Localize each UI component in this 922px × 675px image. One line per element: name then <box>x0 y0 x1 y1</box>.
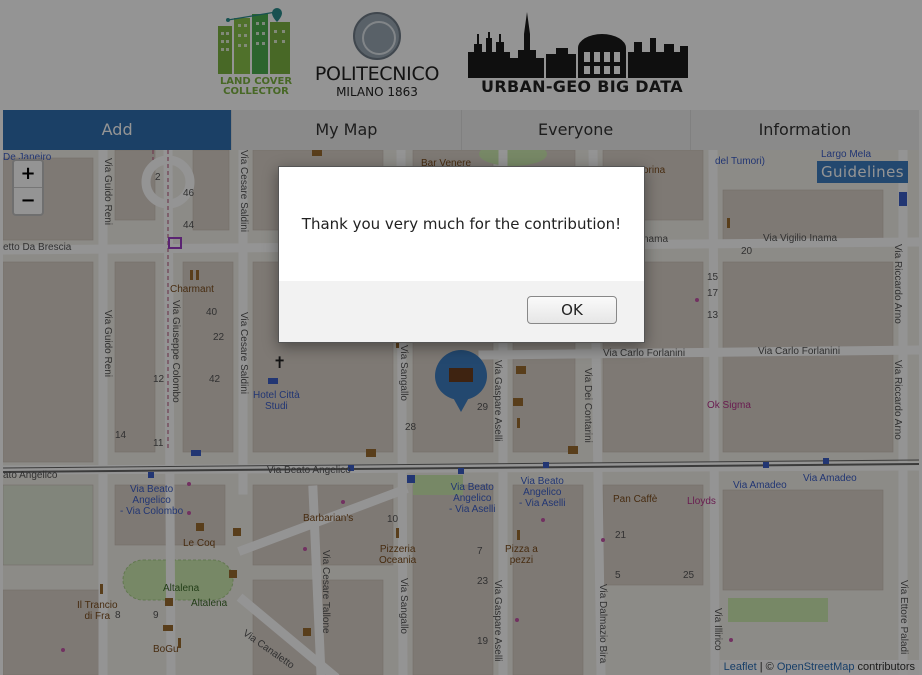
dialog-message: Thank you very much for the contribution… <box>279 167 644 282</box>
ok-button[interactable]: OK <box>527 296 617 324</box>
dialog-footer: OK <box>279 281 644 342</box>
alert-dialog: Thank you very much for the contribution… <box>278 166 645 343</box>
